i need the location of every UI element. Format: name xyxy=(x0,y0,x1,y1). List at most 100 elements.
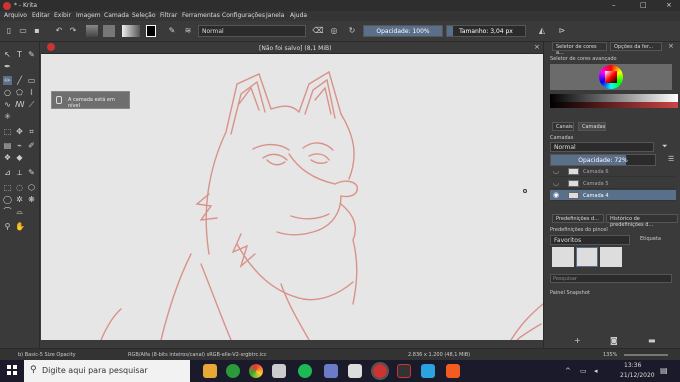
clock-date[interactable]: 21/12/2020 xyxy=(620,372,655,379)
menu-filtrar[interactable]: Filtrar xyxy=(160,12,177,19)
ellipse-tool-icon[interactable]: ○ xyxy=(3,88,12,97)
zoom-slider[interactable] xyxy=(624,354,668,356)
foreground-color-swatch[interactable] xyxy=(146,25,156,37)
filter-icon[interactable]: ⏷ xyxy=(662,142,668,151)
brush-preset-2[interactable] xyxy=(576,247,598,267)
brush-search-input[interactable]: Pesquisar xyxy=(550,274,672,283)
mirror-horizontal-icon[interactable]: ◭ xyxy=(536,25,548,37)
brush-preset-icon[interactable]: ✎ xyxy=(166,25,178,37)
rectangle-tool-icon[interactable]: ▭ xyxy=(27,76,36,85)
open-folder-icon[interactable]: ▭ xyxy=(17,25,29,37)
preserve-alpha-icon[interactable]: ◎ xyxy=(328,25,340,37)
assistant-tool-icon[interactable]: ⊿ xyxy=(3,168,12,177)
rect-select-icon[interactable]: ⬚ xyxy=(3,183,12,192)
layer-row[interactable]: ◡ Camada 5 xyxy=(550,178,676,189)
visibility-icon[interactable]: ◡ xyxy=(553,167,559,175)
fill-swatch[interactable] xyxy=(122,25,140,37)
layer-row[interactable]: ◡ Camada 6 xyxy=(550,166,676,177)
krita-taskbar-icon[interactable] xyxy=(371,362,389,380)
file-explorer-icon[interactable] xyxy=(203,364,217,378)
magnetic-select-icon[interactable]: ⌓ xyxy=(15,207,24,216)
pan-tool-icon[interactable]: ✋ xyxy=(15,222,25,231)
close-document-icon[interactable]: × xyxy=(534,43,540,51)
fill-tool-icon[interactable]: ◆ xyxy=(15,153,24,162)
clock-time[interactable]: 13:36 xyxy=(624,362,641,369)
smart-patch-icon[interactable]: ❖ xyxy=(3,153,12,162)
select-shapes-icon[interactable]: ↖ xyxy=(3,50,12,59)
save-icon[interactable]: ▪ xyxy=(31,25,43,37)
value-bar[interactable] xyxy=(550,94,678,102)
multibrush-icon[interactable]: ✳ xyxy=(3,112,12,121)
app-icon[interactable] xyxy=(226,364,240,378)
menu-arquivo[interactable]: Arquivo xyxy=(4,12,27,19)
brave-icon[interactable] xyxy=(446,364,460,378)
reference-images-icon[interactable]: ✎ xyxy=(27,168,36,177)
freehand-brush-icon[interactable]: ✏ xyxy=(3,76,12,85)
menu-configuracoes[interactable]: Configurações xyxy=(222,12,265,19)
redo-icon[interactable]: ↷ xyxy=(67,25,79,37)
menu-exibir[interactable]: Exibir xyxy=(54,12,71,19)
red-bar[interactable] xyxy=(550,102,678,108)
similar-select-icon[interactable]: ❋ xyxy=(27,195,36,204)
app-icon[interactable] xyxy=(397,364,411,378)
menu-selecao[interactable]: Seleção xyxy=(132,12,156,19)
text-tool-icon[interactable]: T xyxy=(15,50,24,59)
brush-settings-icon[interactable]: ≋ xyxy=(182,25,194,37)
discord-icon[interactable] xyxy=(324,364,338,378)
horizontal-scrollbar[interactable] xyxy=(41,340,543,348)
tab-channels[interactable]: Canais xyxy=(552,122,574,131)
bezier-tool-icon[interactable]: ∿ xyxy=(3,100,12,109)
notification-icon[interactable]: ▤ xyxy=(660,366,668,375)
taskbar-search[interactable]: ⚲ Digite aqui para pesquisar xyxy=(24,360,190,382)
hue-ring[interactable] xyxy=(599,65,623,89)
app-icon[interactable] xyxy=(348,364,362,378)
mirror-vertical-icon[interactable]: ⊳ xyxy=(556,25,568,37)
visibility-icon[interactable]: ◉ xyxy=(553,191,559,199)
tab-color-selector[interactable]: Seletor de cores a... xyxy=(552,42,607,56)
move-tool-icon[interactable]: ✥ xyxy=(15,127,24,136)
network-icon[interactable]: ▭ xyxy=(580,367,587,375)
contiguous-select-icon[interactable]: ✲ xyxy=(15,195,24,204)
camera-icon[interactable]: ◙ xyxy=(610,336,618,345)
freehand-path-icon[interactable]: ꟿ xyxy=(15,100,25,109)
menu-ajuda[interactable]: Ajuda xyxy=(290,12,307,19)
delete-snapshot-icon[interactable]: ▬ xyxy=(648,336,656,345)
bezier-select-icon[interactable]: ⌒ xyxy=(3,207,12,216)
polyline-tool-icon[interactable]: ⌇ xyxy=(27,88,36,97)
close-docker-icon[interactable]: × xyxy=(668,42,674,50)
pattern-swatch[interactable] xyxy=(103,25,115,37)
maximize-button[interactable]: □ xyxy=(640,1,647,9)
menu-camada[interactable]: Camada xyxy=(104,12,129,19)
eraser-mode-icon[interactable]: ⌫ xyxy=(312,25,324,37)
tab-preset-history[interactable]: Histórico de predefinições d... xyxy=(606,214,678,228)
brush-group-select[interactable]: Favoritos xyxy=(550,235,630,245)
tray-chevron-icon[interactable]: ^ xyxy=(565,367,571,375)
layer-row-selected[interactable]: ◉ Camada 4 xyxy=(550,190,676,201)
colorize-mask-icon[interactable]: ✐ xyxy=(27,141,36,150)
add-snapshot-icon[interactable]: + xyxy=(574,336,581,345)
minimize-button[interactable]: – xyxy=(612,1,616,9)
close-button[interactable]: × xyxy=(666,1,672,9)
polygon-tool-icon[interactable]: ⬠ xyxy=(15,88,24,97)
color-picker-icon[interactable]: ⌁ xyxy=(15,141,24,150)
brush-preset-3[interactable] xyxy=(600,247,622,267)
size-slider[interactable]: Tamanho: 3,04 px xyxy=(446,25,526,37)
new-document-icon[interactable]: ▯ xyxy=(3,25,15,37)
tag-button[interactable]: Etiqueta xyxy=(640,236,661,242)
calligraphy-icon[interactable]: ✒ xyxy=(3,62,12,71)
tab-layers[interactable]: Camadas xyxy=(578,122,606,131)
gradient-swatch[interactable] xyxy=(86,25,98,37)
volume-icon[interactable]: ◂ xyxy=(594,367,598,375)
menu-janela[interactable]: Janela xyxy=(266,12,284,19)
color-selector-area[interactable] xyxy=(550,64,672,90)
undo-icon[interactable]: ↶ xyxy=(53,25,65,37)
polygon-select-icon[interactable]: ⬡ xyxy=(27,183,36,192)
windows-start-icon[interactable] xyxy=(7,365,17,375)
document-tab[interactable]: [Não foi salvo] (8,1 MiB) × xyxy=(41,42,543,54)
freehand-select-icon[interactable]: ◯ xyxy=(3,195,12,204)
visibility-icon[interactable]: ◡ xyxy=(553,179,559,187)
dynamic-brush-icon[interactable]: ⟋ xyxy=(27,100,36,109)
transform-tool-icon[interactable]: ⬚ xyxy=(3,127,12,136)
tab-tool-options[interactable]: Opções da fer... xyxy=(610,42,662,51)
brush-preset-1[interactable] xyxy=(552,247,574,267)
